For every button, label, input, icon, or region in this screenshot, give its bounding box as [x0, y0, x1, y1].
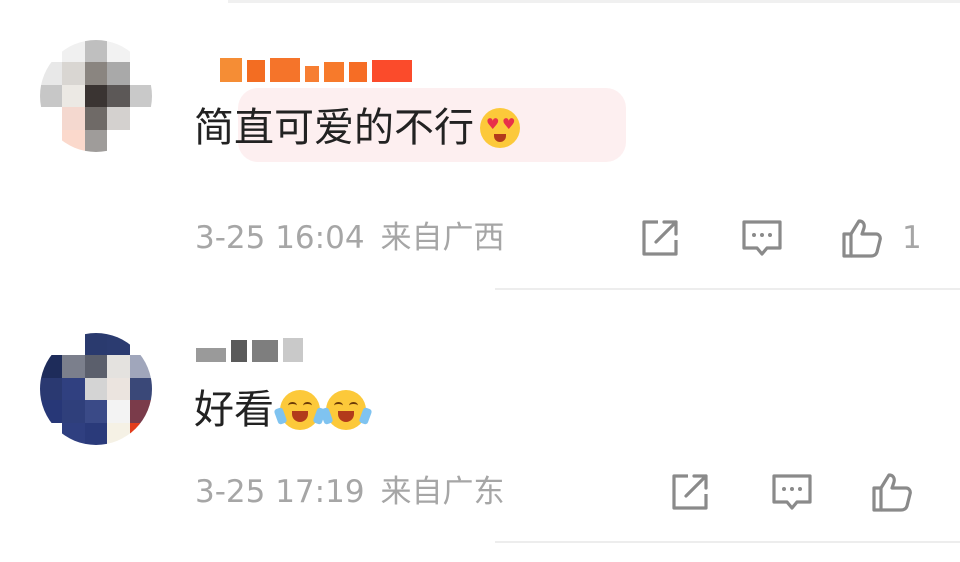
avatar-pixel	[129, 355, 152, 378]
username-mosaic-block	[252, 340, 278, 362]
avatar-pixel	[40, 355, 63, 378]
avatar-pixel	[129, 62, 152, 85]
avatar-pixel	[84, 84, 108, 108]
comment-icon	[742, 220, 782, 256]
avatar-pixel	[107, 377, 130, 401]
avatar-pixel	[62, 107, 85, 130]
comment-text-content: 好看	[194, 387, 274, 433]
avatar-pixel	[107, 355, 130, 378]
avatar-pixel	[62, 422, 85, 445]
avatar-pixel	[129, 400, 152, 423]
username-mosaic-block	[305, 66, 319, 82]
share-icon	[642, 220, 678, 256]
username-mosaic-block	[349, 62, 367, 82]
comment-meta: 3-25 17:19 来自广东	[195, 474, 505, 510]
comment-location: 来自广西	[380, 220, 505, 256]
thumbs-up-icon	[842, 219, 882, 258]
avatar-pixel	[40, 62, 63, 85]
like-count: 1	[902, 220, 922, 256]
avatar-pixel	[107, 84, 130, 108]
comment-item: 好看 3-25 17:19 来自广东	[0, 290, 960, 540]
avatar-pixel	[62, 62, 85, 85]
laughing-emoji	[319, 390, 373, 430]
avatar-pixel	[84, 422, 108, 445]
comment-text-content: 简直可爱的不行	[194, 105, 474, 151]
avatar-pixel	[107, 400, 130, 423]
comment-text: 好看	[194, 386, 373, 434]
avatar-pixel	[62, 333, 85, 356]
username-redacted[interactable]	[220, 56, 412, 82]
comment-item: 简直可爱的不行 3-25 16:04 来自广西 1	[0, 0, 960, 288]
avatar-pixel	[84, 377, 108, 401]
username-mosaic-block	[324, 62, 344, 82]
avatar-pixel	[40, 40, 63, 63]
like-button[interactable]	[840, 216, 884, 260]
avatar-pixel	[84, 355, 108, 378]
avatar-pixel	[129, 107, 152, 130]
avatar-pixel	[84, 62, 108, 85]
avatar-pixel	[40, 422, 63, 445]
comment-button[interactable]	[740, 216, 784, 260]
avatar-pixel	[40, 333, 63, 356]
share-button[interactable]	[638, 216, 682, 260]
avatar[interactable]	[40, 333, 152, 445]
comment-button[interactable]	[770, 470, 814, 514]
like-button[interactable]	[870, 470, 914, 514]
share-icon	[672, 474, 708, 510]
avatar-pixel	[129, 377, 152, 401]
username-mosaic-block	[247, 60, 265, 82]
avatar-pixel	[84, 400, 108, 423]
avatar-pixel	[40, 129, 63, 152]
username-redacted[interactable]	[196, 338, 303, 362]
username-mosaic-block	[270, 58, 300, 82]
comment-meta: 3-25 16:04 来自广西	[195, 220, 505, 256]
username-mosaic-block	[220, 58, 242, 82]
avatar-pixel	[40, 84, 63, 108]
avatar-pixel	[62, 40, 85, 63]
avatar-pixel	[107, 333, 130, 356]
avatar-pixel	[129, 40, 152, 63]
avatar-pixel	[107, 422, 130, 445]
username-mosaic-block	[196, 348, 226, 362]
heart-eyes-emoji	[480, 108, 520, 148]
username-mosaic-block	[372, 60, 412, 82]
laughing-emoji	[273, 390, 327, 430]
avatar-pixel	[107, 107, 130, 130]
username-mosaic-block	[283, 338, 303, 362]
avatar[interactable]	[40, 40, 152, 152]
avatar-pixel	[129, 84, 152, 108]
avatar-pixel	[84, 107, 108, 130]
avatar-pixel	[62, 377, 85, 401]
avatar-pixel	[62, 129, 85, 152]
avatar-pixel	[62, 400, 85, 423]
avatar-pixel	[62, 355, 85, 378]
avatar-pixel	[40, 377, 63, 401]
username-mosaic-block	[231, 340, 247, 362]
avatar-pixel	[129, 129, 152, 152]
comment-timestamp: 3-25 17:19	[195, 474, 365, 510]
avatar-pixel	[84, 333, 108, 356]
avatar-pixel	[84, 129, 108, 152]
avatar-pixel	[129, 333, 152, 356]
avatar-pixel	[40, 107, 63, 130]
avatar-pixel	[84, 40, 108, 63]
comment-text: 简直可爱的不行	[194, 104, 520, 152]
bottom-divider	[495, 541, 960, 543]
thumbs-up-icon	[872, 473, 912, 512]
comment-icon	[772, 474, 812, 510]
avatar-pixel	[107, 62, 130, 85]
avatar-pixel	[62, 84, 85, 108]
avatar-pixel	[107, 129, 130, 152]
avatar-pixel	[129, 422, 152, 445]
avatar-pixel	[107, 40, 130, 63]
comment-location: 来自广东	[380, 474, 505, 510]
comment-timestamp: 3-25 16:04	[195, 220, 365, 256]
share-button[interactable]	[668, 470, 712, 514]
avatar-pixel	[40, 400, 63, 423]
